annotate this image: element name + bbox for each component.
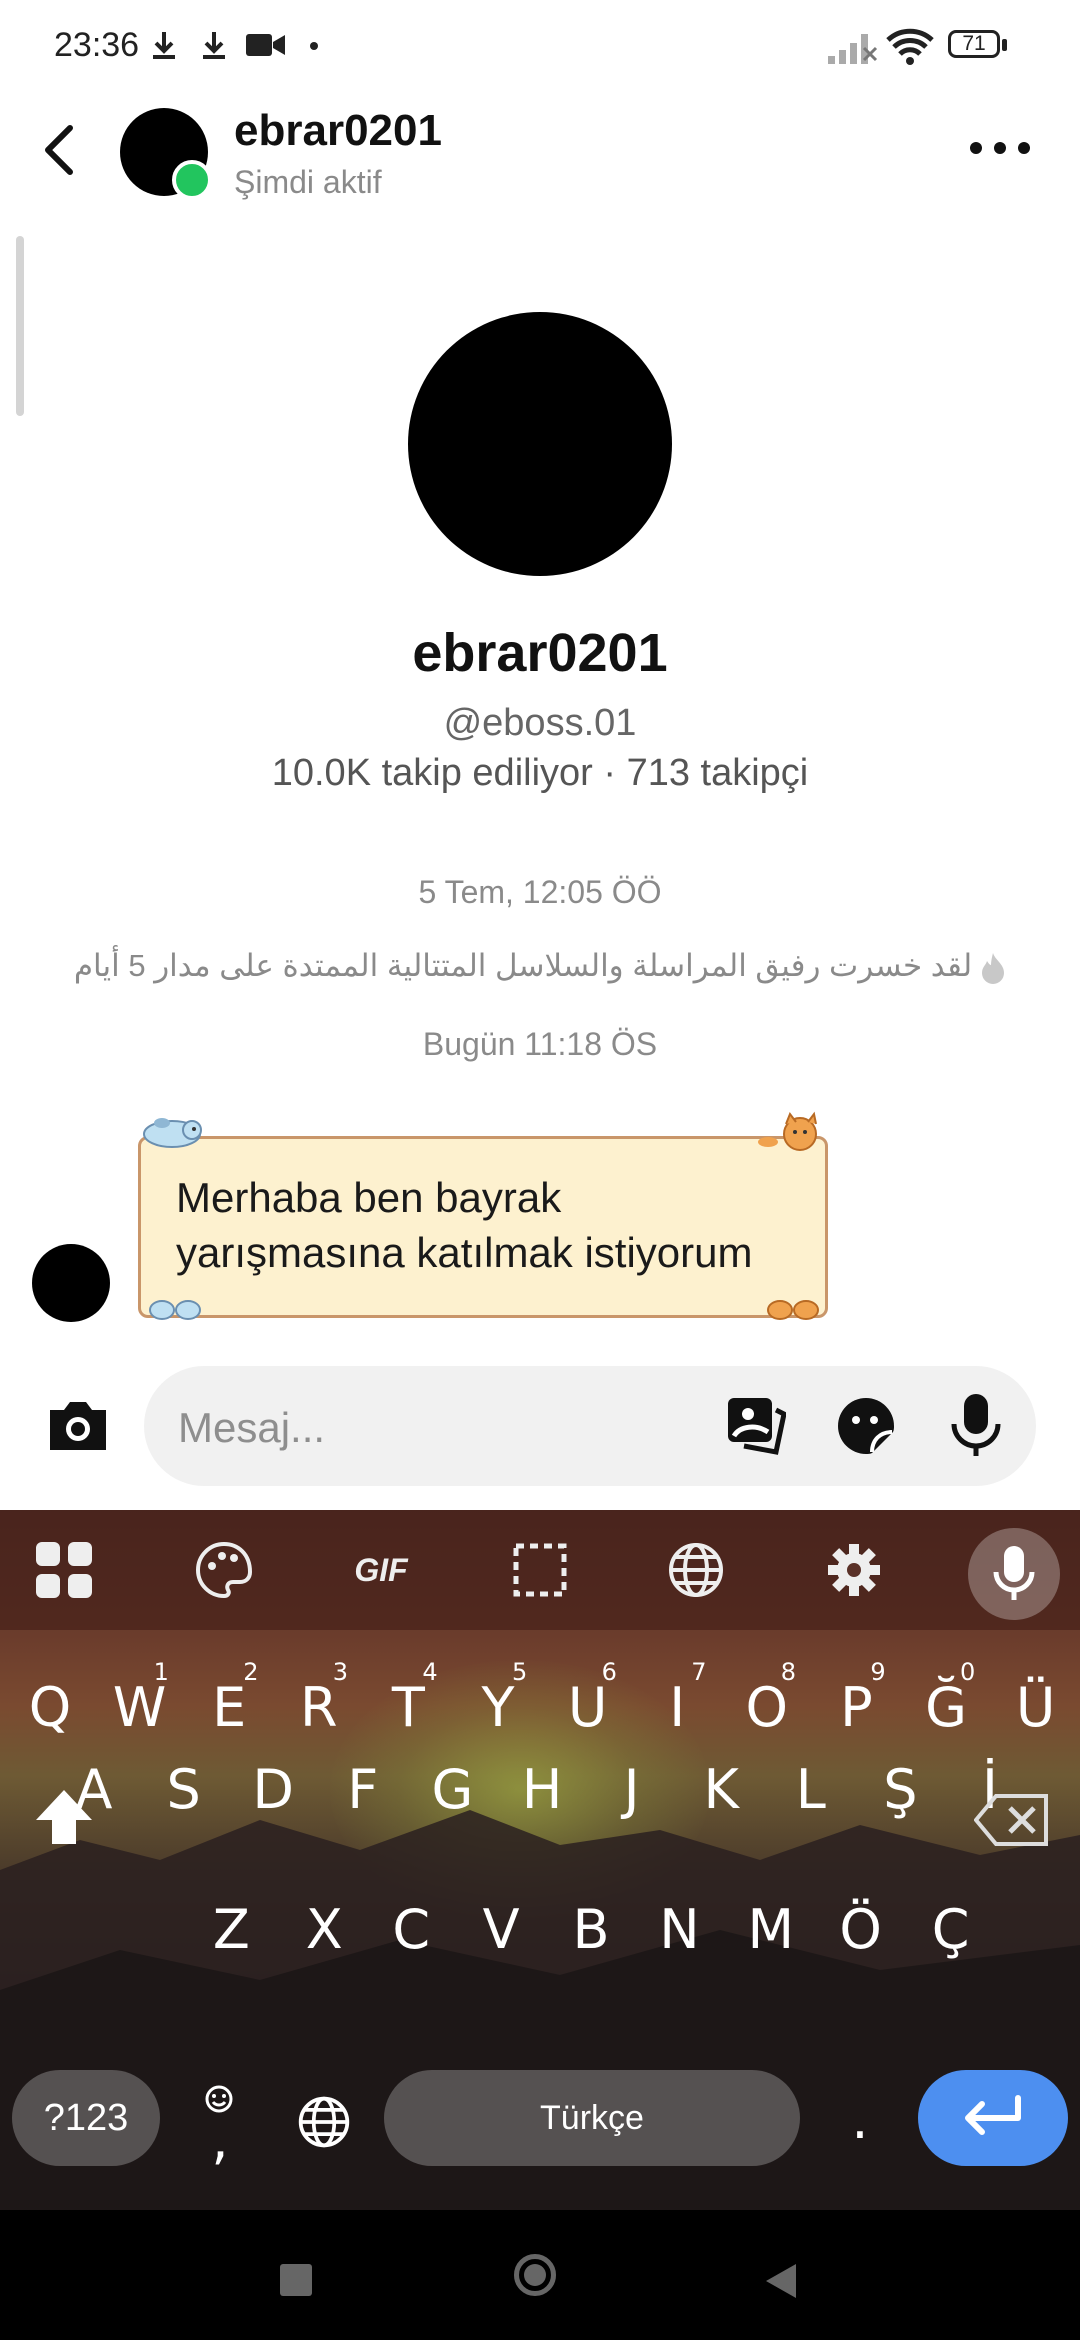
key-j[interactable]: J xyxy=(592,1740,672,1840)
key-hint-number: 2 xyxy=(243,1658,259,1686)
key-hint-number: 6 xyxy=(601,1658,617,1686)
comma-key[interactable]: , xyxy=(180,2090,260,2190)
cat-sticker-icon xyxy=(758,1111,817,1151)
key-hint-number: 8 xyxy=(780,1658,797,1686)
microphone-icon[interactable] xyxy=(946,1392,1006,1458)
key-z[interactable]: Z xyxy=(191,1880,271,1980)
sender-avatar[interactable] xyxy=(32,1244,110,1322)
key-ç[interactable]: Ç xyxy=(911,1880,991,1980)
scroll-indicator xyxy=(16,236,24,416)
settings-gear-icon[interactable] xyxy=(824,1540,884,1600)
video-camera-icon xyxy=(246,34,285,56)
key-hint-number: 4 xyxy=(422,1658,438,1686)
microphone-icon xyxy=(993,1546,1035,1600)
message-line: yarışmasına katılmak istiyorum xyxy=(176,1229,753,1276)
message-input[interactable]: Mesaj... xyxy=(178,1404,325,1452)
shift-icon[interactable] xyxy=(32,1786,96,1850)
select-area-icon[interactable] xyxy=(510,1540,570,1600)
enter-arrow-icon xyxy=(965,2095,1021,2135)
status-time: 23:36 xyxy=(54,26,140,64)
key-k[interactable]: K xyxy=(681,1740,761,1840)
palette-icon[interactable] xyxy=(194,1540,254,1600)
flame-icon xyxy=(982,952,1005,984)
enter-key[interactable] xyxy=(918,2070,1068,2166)
system-message: لقد خسرت رفيق المراسلة والسلاسل المتتالي… xyxy=(0,948,1080,985)
paws-sticker-icon xyxy=(767,1300,819,1320)
symbols-key[interactable]: ?123 xyxy=(12,2070,160,2166)
chat-header: ebrar0201 Şimdi aktif xyxy=(0,92,1080,212)
message-text[interactable]: Merhaba ben bayrak yarışmasına katılmak … xyxy=(176,1170,816,1280)
backspace-icon[interactable] xyxy=(974,1792,1050,1848)
chat-timestamp: 5 Tem, 12:05 ÖÖ xyxy=(418,874,662,910)
key-b[interactable]: B xyxy=(551,1880,631,1980)
key-g[interactable]: G xyxy=(412,1740,492,1840)
contact-status: Şimdi aktif xyxy=(234,164,382,200)
keyboard-toolbar: GIF xyxy=(0,1510,1080,1630)
key-ö[interactable]: Ö xyxy=(821,1880,901,1980)
home-button[interactable] xyxy=(514,2254,556,2296)
profile-handle: @eboss.01 xyxy=(443,702,637,744)
back-button-icon[interactable] xyxy=(764,2262,798,2300)
period-key[interactable]: . xyxy=(820,2070,900,2170)
back-arrow-icon[interactable] xyxy=(34,120,90,180)
language-globe-icon[interactable] xyxy=(296,2094,352,2150)
profile-avatar[interactable] xyxy=(408,312,672,576)
key-m[interactable]: M xyxy=(731,1880,811,1980)
paws-sticker-icon xyxy=(149,1300,201,1320)
key-hint-number: 0 xyxy=(960,1658,976,1686)
recents-button[interactable] xyxy=(280,2264,312,2296)
key-hint-number: 9 xyxy=(870,1658,886,1686)
voice-input-button[interactable] xyxy=(968,1528,1060,1620)
key-ş[interactable]: Ş xyxy=(860,1740,940,1840)
key-s[interactable]: S xyxy=(144,1740,224,1840)
gif-button[interactable]: GIF xyxy=(346,1540,416,1600)
key-v[interactable]: V xyxy=(461,1880,541,1980)
key-hint-number: 5 xyxy=(512,1658,528,1686)
keyboard: GIF QWERTYUIOPĞÜ1234567890 ASDFGHJKLŞİ Z… xyxy=(0,1510,1080,2210)
space-key[interactable]: Türkçe xyxy=(384,2070,800,2166)
key-c[interactable]: C xyxy=(371,1880,451,1980)
navigation-bar xyxy=(0,2210,1080,2340)
dog-sticker-icon xyxy=(143,1118,202,1148)
key-hint-number: 1 xyxy=(153,1658,169,1686)
key-f[interactable]: F xyxy=(323,1740,403,1840)
key-l[interactable]: L xyxy=(771,1740,851,1840)
contact-name[interactable]: ebrar0201 xyxy=(234,106,442,156)
online-indicator xyxy=(172,160,212,200)
sticker-icon[interactable] xyxy=(836,1396,896,1456)
gallery-icon[interactable] xyxy=(726,1396,786,1458)
key-d[interactable]: D xyxy=(233,1740,313,1840)
chat-timestamp-today: Bugün 11:18 ÖS xyxy=(422,1026,658,1062)
download-icon xyxy=(203,32,225,59)
globe-icon[interactable] xyxy=(666,1540,726,1600)
apps-grid-icon[interactable] xyxy=(34,1540,94,1600)
wifi-icon xyxy=(886,28,934,65)
system-message-text: لقد خسرت رفيق المراسلة والسلاسل المتتالي… xyxy=(73,948,973,983)
key-x[interactable]: X xyxy=(284,1880,364,1980)
more-options-icon[interactable] xyxy=(968,138,1032,162)
key-hint-number: 3 xyxy=(332,1658,349,1686)
key-h[interactable]: H xyxy=(502,1740,582,1840)
profile-name: ebrar0201 xyxy=(412,623,668,683)
key-hint-number: 7 xyxy=(691,1658,707,1686)
dot-icon xyxy=(310,42,318,50)
profile-stats: 10.0K takip ediliyor · 713 takipçi xyxy=(271,752,809,794)
download-icon xyxy=(153,32,175,59)
status-bar: 23:36 71 xyxy=(0,0,1080,92)
battery-level: 71 xyxy=(962,32,986,55)
camera-icon[interactable] xyxy=(44,1396,112,1456)
signal-icon xyxy=(828,34,878,64)
key-n[interactable]: N xyxy=(639,1880,719,1980)
message-line: Merhaba ben bayrak xyxy=(176,1174,562,1221)
battery-icon: 71 xyxy=(948,30,1008,62)
